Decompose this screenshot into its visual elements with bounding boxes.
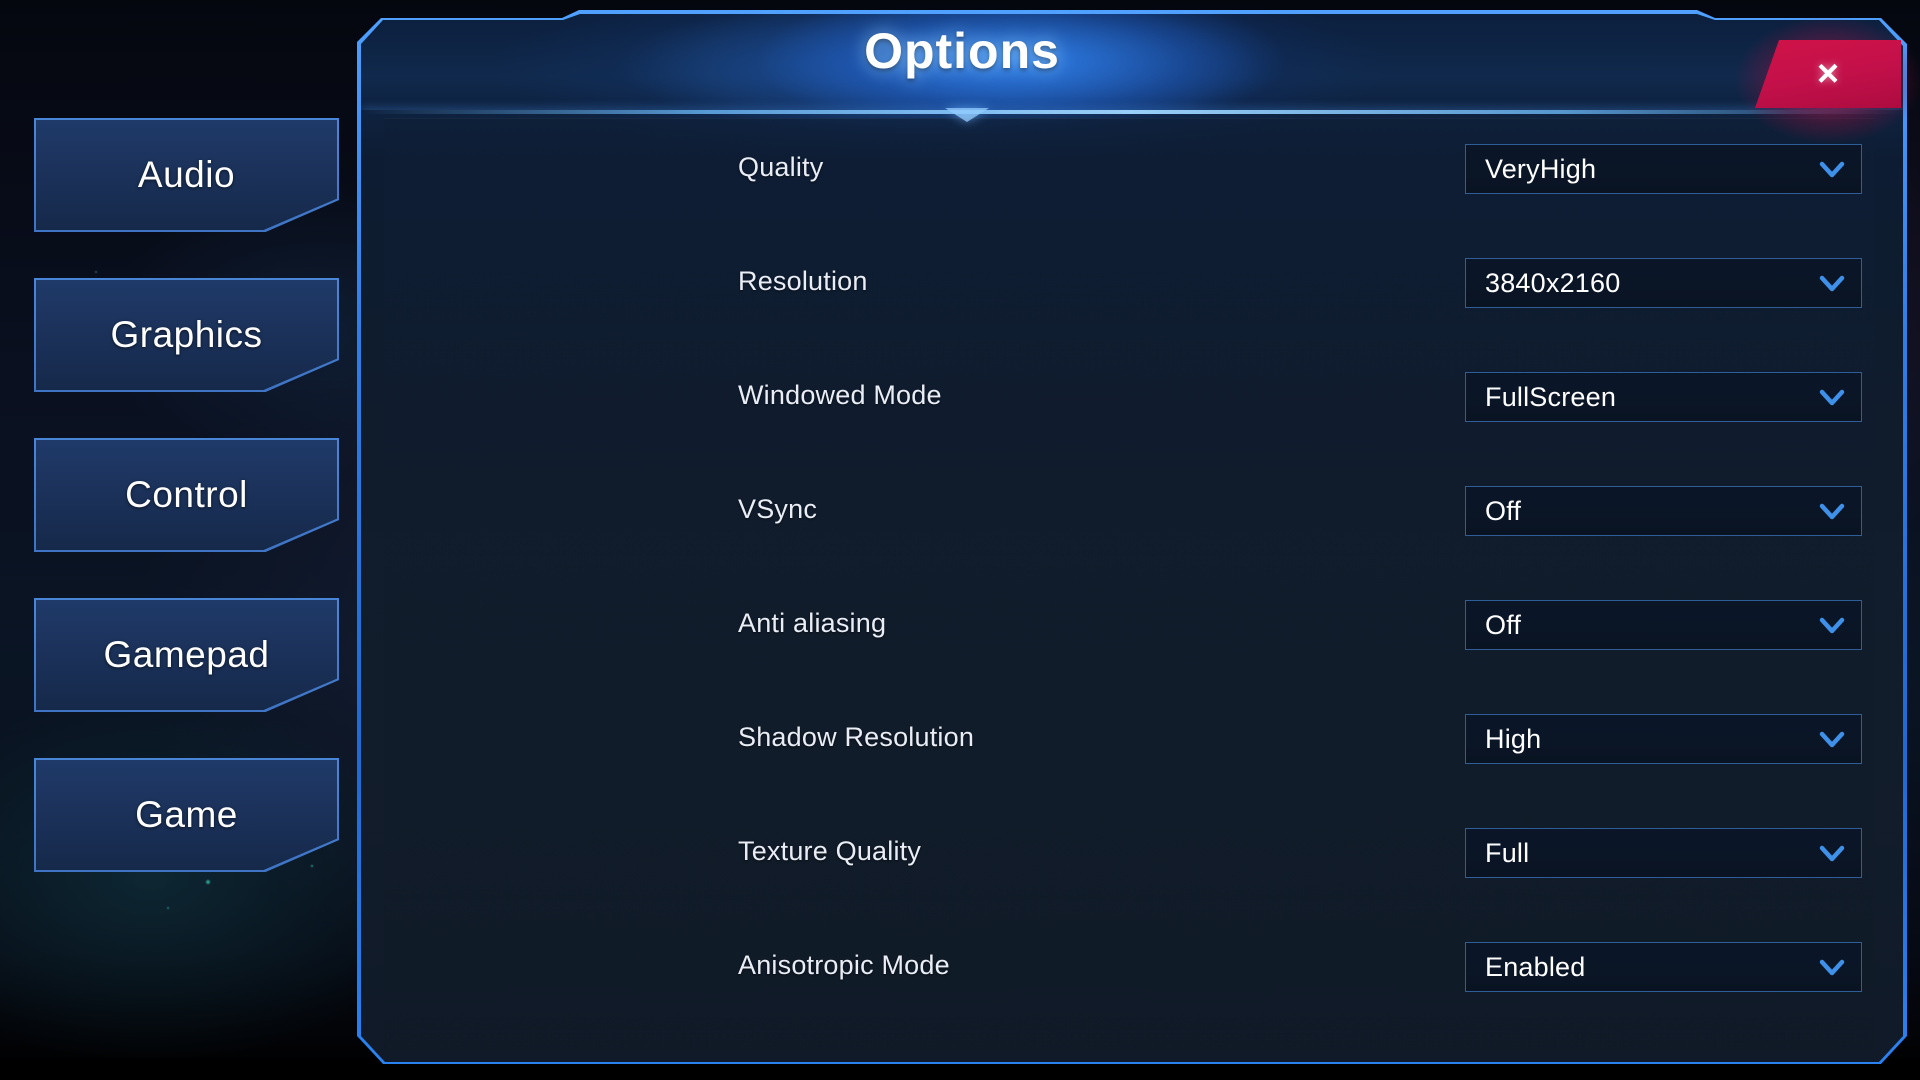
option-label: Texture Quality: [738, 836, 922, 866]
option-dropdown[interactable]: FullScreen: [1465, 372, 1862, 422]
chevron-down-icon[interactable]: [1819, 272, 1845, 296]
option-dropdown[interactable]: Enabled: [1465, 942, 1862, 992]
chevron-down-icon[interactable]: [1819, 386, 1845, 410]
sidebar-item-graphics[interactable]: Graphics: [34, 278, 339, 392]
chevron-down-icon[interactable]: [1819, 956, 1845, 980]
page-title: Options: [864, 23, 1060, 79]
option-row: Quality VeryHigh: [384, 144, 1874, 194]
sidebar-item-label: Gamepad: [103, 634, 270, 675]
option-label: Anisotropic Mode: [738, 950, 950, 980]
option-label: Shadow Resolution: [738, 722, 975, 752]
sidebar-item-label: Game: [135, 794, 238, 835]
chevron-down-icon[interactable]: [1819, 158, 1845, 182]
chevron-down-icon[interactable]: [1819, 728, 1845, 752]
sidebar-nav: Audio Graphics Control Gamepad Game: [34, 118, 344, 918]
option-selected-value: Off: [1485, 610, 1522, 640]
option-label: Windowed Mode: [738, 380, 942, 410]
option-row: Windowed Mode FullScreen: [384, 372, 1874, 422]
option-dropdown[interactable]: 3840x2160: [1465, 258, 1862, 308]
options-panel: Options × Quality VeryHigh Resolution 3840x…: [357, 0, 1920, 1066]
option-dropdown[interactable]: Full: [1465, 828, 1862, 878]
option-label: Anti aliasing: [738, 608, 887, 638]
sidebar-item-audio[interactable]: Audio: [34, 118, 339, 232]
option-selected-value: 3840x2160: [1485, 268, 1621, 298]
option-row: Texture Quality Full: [384, 828, 1874, 878]
option-row: VSync Off: [384, 486, 1874, 536]
close-button[interactable]: ×: [1711, 0, 1920, 160]
option-row: Anisotropic Mode Enabled: [384, 942, 1874, 992]
option-row: Resolution 3840x2160: [384, 258, 1874, 308]
chevron-down-icon[interactable]: [1819, 500, 1845, 524]
option-selected-value: Off: [1485, 496, 1522, 526]
sidebar-item-game[interactable]: Game: [34, 758, 339, 872]
option-label: VSync: [738, 494, 818, 524]
option-label: Quality: [738, 152, 824, 182]
options-content-area: Quality VeryHigh Resolution 3840x2160 Window…: [384, 118, 1874, 1051]
chevron-down-icon[interactable]: [1819, 614, 1845, 638]
option-selected-value: Enabled: [1485, 952, 1586, 982]
close-x-icon: ×: [1816, 52, 1840, 95]
sidebar-item-label: Audio: [137, 154, 236, 195]
options-screen: Audio Graphics Control Gamepad Game Options …: [0, 0, 1920, 1080]
option-dropdown[interactable]: High: [1465, 714, 1862, 764]
option-selected-value: Full: [1485, 838, 1530, 868]
option-selected-value: VeryHigh: [1485, 154, 1597, 184]
title-divider-rule: [361, 110, 1903, 114]
option-dropdown[interactable]: Off: [1465, 600, 1862, 650]
option-label: Resolution: [738, 266, 868, 296]
sidebar-item-label: Control: [125, 474, 248, 515]
sidebar-item-gamepad[interactable]: Gamepad: [34, 598, 339, 712]
option-dropdown[interactable]: VeryHigh: [1465, 144, 1862, 194]
chevron-down-icon[interactable]: [1819, 842, 1845, 866]
option-row: Anti aliasing Off: [384, 600, 1874, 650]
option-selected-value: High: [1485, 724, 1542, 754]
sidebar-item-control[interactable]: Control: [34, 438, 339, 552]
option-selected-value: FullScreen: [1485, 382, 1617, 412]
sidebar-item-label: Graphics: [110, 314, 263, 355]
option-row: Shadow Resolution High: [384, 714, 1874, 764]
option-dropdown[interactable]: Off: [1465, 486, 1862, 536]
title-chevron-ornament-icon: [945, 108, 989, 122]
